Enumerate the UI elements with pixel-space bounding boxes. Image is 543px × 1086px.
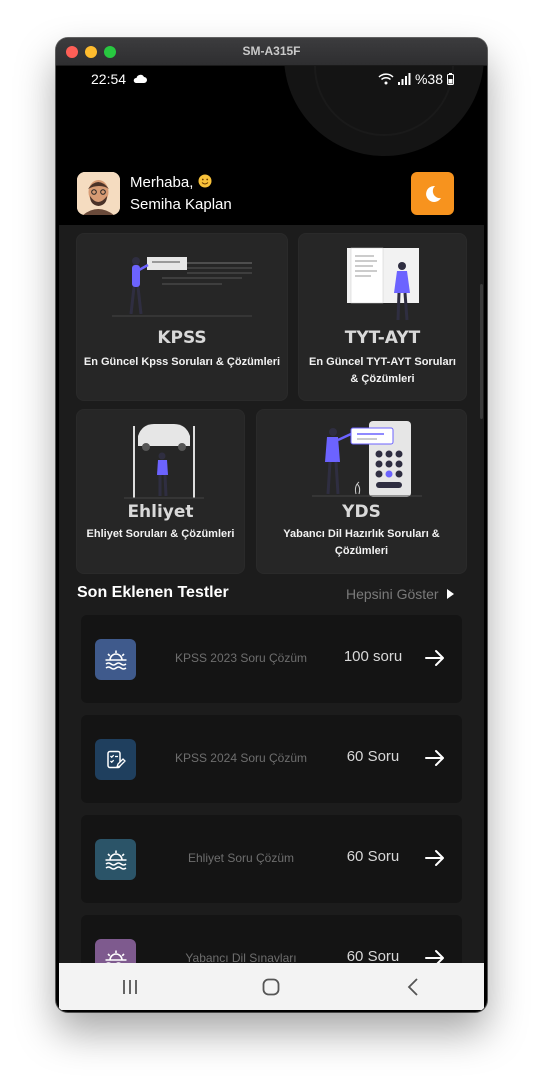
category-title: TYT-AYT <box>344 328 421 348</box>
category-card-yds[interactable]: YDS Yabancı Dil Hazırlık Soruları & Çözü… <box>256 409 467 574</box>
status-indicators: %38 <box>378 71 454 87</box>
user-name: Semiha Kaplan <box>130 196 232 213</box>
home-icon <box>263 978 280 995</box>
test-row[interactable]: Ehliyet Soru Çözüm 60 Soru <box>81 815 462 903</box>
chevron-left-icon <box>407 977 418 996</box>
theme-toggle-button[interactable] <box>411 172 454 215</box>
question-count: 100 soru <box>343 648 403 665</box>
test-icon-tile <box>95 639 136 680</box>
category-description: Yabancı Dil Hazırlık Soruları & Çözümler… <box>283 528 440 557</box>
home-button[interactable] <box>241 972 301 1002</box>
sunset-icon <box>105 850 126 870</box>
test-name: KPSS 2023 Soru Çözüm <box>174 651 308 665</box>
test-icon-tile <box>95 739 136 780</box>
test-name: KPSS 2024 Soru Çözüm <box>174 751 308 765</box>
back-button[interactable] <box>383 972 443 1002</box>
arrow-right-icon[interactable] <box>425 649 445 667</box>
signal-icon <box>397 73 411 85</box>
test-row[interactable]: KPSS 2023 Soru Çözüm 100 soru <box>81 615 462 703</box>
sunset-icon <box>105 650 126 670</box>
recent-tests-title: Son Eklenen Testler <box>77 584 229 601</box>
cloud-icon <box>133 74 147 83</box>
arrow-right-icon[interactable] <box>425 849 445 867</box>
category-card-kpss[interactable]: KPSS En Güncel Kpss Soruları & Çözümleri <box>76 233 288 401</box>
status-time: 22:54 <box>91 71 147 87</box>
caret-right-icon <box>446 589 454 599</box>
yds-illustration <box>312 421 422 497</box>
moon-icon <box>425 185 441 202</box>
question-count: 60 Soru <box>346 848 400 865</box>
recent-apps-icon <box>122 979 137 994</box>
phone-screen: 22:54 %38 Merhaba, Semiha Kaplan KPSS En… <box>59 66 484 1010</box>
category-title: KPSS <box>157 328 207 348</box>
battery-icon <box>447 73 454 85</box>
question-count: 60 Soru <box>346 748 400 765</box>
tyt-ayt-illustration <box>347 247 419 321</box>
test-icon-tile <box>95 839 136 880</box>
category-card-tyt-ayt[interactable]: TYT-AYT En Güncel TYT-AYT Soruları & Çöz… <box>298 233 467 401</box>
test-row[interactable]: KPSS 2024 Soru Çözüm 60 Soru <box>81 715 462 803</box>
smiling-face-emoji-icon <box>198 174 212 188</box>
window-titlebar: SM-A315F <box>56 38 487 66</box>
wifi-icon <box>378 73 394 85</box>
kpss-illustration <box>112 257 252 317</box>
battery-level: %38 <box>414 71 443 87</box>
category-description: En Güncel Kpss Soruları & Çözümleri <box>83 356 281 368</box>
greeting-text: Merhaba, <box>130 174 212 191</box>
category-title: Ehliyet <box>127 502 194 522</box>
avatar[interactable] <box>77 172 120 215</box>
device-window: SM-A315F 22:54 %38 Merhaba, Semiha Kapla… <box>56 38 487 1012</box>
ehliyet-illustration <box>124 424 204 499</box>
scrollbar[interactable] <box>480 284 483 419</box>
see-all-link[interactable]: Hepsini Göster <box>346 586 454 602</box>
checklist-edit-icon <box>106 750 126 768</box>
category-description: Ehliyet Soruları & Çözümleri <box>86 528 235 540</box>
test-name: Ehliyet Soru Çözüm <box>187 851 295 865</box>
arrow-right-icon[interactable] <box>425 749 445 767</box>
window-title: SM-A315F <box>242 44 301 58</box>
category-description: En Güncel TYT-AYT Soruları & Çözümleri <box>309 356 456 385</box>
category-card-ehliyet[interactable]: Ehliyet Ehliyet Soruları & Çözümleri <box>76 409 245 574</box>
recent-apps-button[interactable] <box>100 972 160 1002</box>
category-title: YDS <box>342 502 381 522</box>
system-navigation-bar <box>59 963 484 1010</box>
avatar-illustration <box>77 172 120 215</box>
